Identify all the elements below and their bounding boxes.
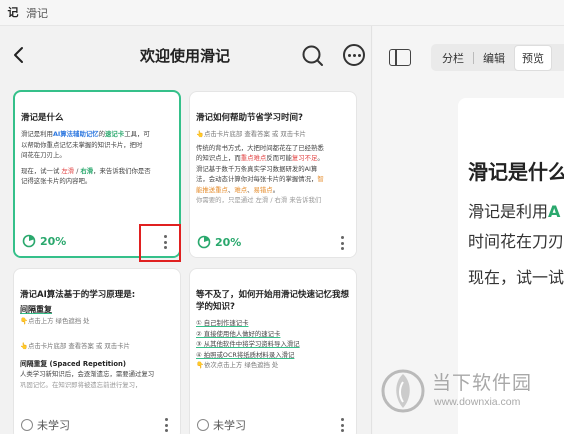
status-label: 未学习	[213, 419, 246, 432]
card-text-line: 能推送重点、难点、易错点。	[196, 185, 280, 194]
menu-dot-icon	[340, 418, 344, 421]
view-preview-button[interactable]: 预览	[514, 44, 552, 71]
watermark-name: 当下软件园	[432, 372, 533, 394]
unlearned-circle-icon	[197, 419, 209, 431]
card-list-item: ② 直接使用他人做好的速记卡	[196, 329, 281, 338]
view-mode-switch: 分栏 编辑 预览	[431, 44, 564, 71]
more-dot-icon	[357, 53, 361, 57]
preview-title: 滑记是什么	[468, 160, 564, 184]
watermark: 当下软件园 www.downxia.com	[378, 362, 564, 422]
preview-text-line: 时间花在刀刃	[468, 232, 564, 251]
card-title: 滑记AI算法基于的学习原理是:	[20, 290, 136, 300]
card-text-line: 你需要的，只是通过 左滑 / 右滑 来告诉我们	[196, 196, 322, 204]
card-footer: 未学习	[190, 411, 356, 434]
progress-indicator: 20%	[197, 235, 241, 249]
card-subheading: 间隔重复 (Spaced Repetition)	[20, 360, 126, 368]
card-list-pane: 欢迎使用滑记 滑记是什么 滑记是利用AI算法辅助记忆的速记卡工具，可 以帮助你重…	[0, 26, 372, 434]
card-menu-button[interactable]	[338, 417, 346, 433]
watermark-url: www.downxia.com	[434, 396, 521, 408]
status-label: 未学习	[37, 419, 70, 432]
page-title: 欢迎使用滑记	[139, 47, 230, 65]
progress-ring-icon	[197, 235, 211, 249]
search-button[interactable]	[301, 44, 325, 68]
card-answer: 间隔重复	[20, 305, 52, 314]
card-learning-principle[interactable]: 滑记AI算法基于的学习原理是: 间隔重复 👇点击上方 绿色遮挡 处 👆点击卡片底…	[13, 268, 181, 434]
menu-dot-icon	[164, 423, 168, 427]
learn-status: 未学习	[197, 417, 246, 433]
card-save-time[interactable]: 滑记如何帮助节省学习时间? 👆点击卡片底部 查看答案 或 双击卡片 传统的背书方…	[189, 91, 357, 258]
view-divider	[473, 51, 474, 64]
card-content: 滑记如何帮助节省学习时间? 👆点击卡片底部 查看答案 或 双击卡片 传统的背书方…	[196, 112, 350, 229]
card-text-line: 间花在刀刃上。	[21, 151, 66, 159]
preview-text-line: 滑记是利用A	[468, 202, 561, 221]
back-arrow-icon	[14, 47, 23, 63]
watermark-logo-icon	[381, 369, 425, 413]
card-title: 等不及了，如何开始用滑记快速记忆我想学的知识?	[196, 290, 350, 312]
search-icon	[302, 45, 323, 66]
card-list-item: ④ 拍照或OCR将纸质材料录入滑记	[196, 350, 295, 359]
view-edit-button[interactable]: 编辑	[476, 46, 512, 70]
highlight-annotation-box	[139, 224, 181, 262]
progress-indicator: 20%	[22, 234, 66, 248]
card-get-started[interactable]: 等不及了，如何开始用滑记快速记忆我想学的知识? ① 自己制作速记卡 ② 直接使用…	[189, 268, 357, 434]
progress-value: 20%	[40, 234, 67, 248]
progress-value: 20%	[215, 235, 242, 249]
card-text-line: 法，会动态计算你对每张卡片的掌握情况，智	[196, 175, 324, 183]
card-list-header: 欢迎使用滑记	[0, 26, 371, 88]
menu-dot-icon	[340, 429, 344, 432]
card-text-line: 人类学习新知识后，会逐渐遗忘，需要通过复习	[20, 370, 155, 378]
card-content: 滑记AI算法基于的学习原理是: 间隔重复 👇点击上方 绿色遮挡 处 👆点击卡片底…	[20, 289, 174, 411]
menu-dot-icon	[340, 247, 344, 250]
back-button[interactable]	[8, 44, 30, 66]
more-options-button[interactable]	[343, 44, 365, 66]
app-logo-icon: 记	[7, 5, 19, 19]
card-text-line: 滑记是利用AI算法辅助记忆的速记卡工具，可	[21, 130, 150, 138]
card-hint: 👇点击上方 绿色遮挡 处	[20, 317, 90, 325]
more-dot-icon	[347, 53, 351, 57]
card-hint: 👇依次点击上方 绿色遮挡 处	[196, 361, 279, 369]
menu-dot-icon	[340, 241, 344, 245]
card-title: 滑记如何帮助节省学习时间?	[196, 113, 303, 123]
card-text-line: 巩固记忆。在知识即将被遗忘前进行复习，	[20, 380, 142, 389]
card-list-item: ① 自己制作速记卡	[196, 319, 249, 327]
card-text-line: 现在，试一试 左滑 / 右滑，来告诉我们你是否	[21, 166, 151, 175]
card-text-line: 传统的背书方式，大把时间都花在了已经熟悉	[196, 143, 324, 152]
card-title: 滑记是什么	[21, 113, 64, 123]
menu-dot-icon	[340, 423, 344, 427]
card-menu-button[interactable]	[338, 235, 346, 251]
menu-dot-icon	[164, 418, 168, 421]
preview-text-line: 现在，试一试	[468, 268, 564, 287]
card-list-item: ③ 从其他软件中将学习资料导入滑记	[196, 340, 300, 348]
learn-status: 未学习	[21, 417, 70, 433]
progress-ring-icon	[22, 234, 36, 248]
sidebar-toggle-icon[interactable]	[389, 49, 411, 66]
card-hint: 👆点击卡片底部 查看答案 或 双击卡片	[20, 341, 130, 350]
window-title: 滑记	[26, 6, 48, 20]
card-footer: 20%	[190, 229, 356, 257]
title-bar: 记 滑记	[0, 0, 564, 26]
card-text-line: 以帮助你重点记忆未掌握的知识卡片，把时	[21, 140, 143, 149]
unlearned-circle-icon	[21, 419, 33, 431]
card-menu-button[interactable]	[162, 417, 170, 433]
card-hint: 👆点击卡片底部 查看答案 或 双击卡片	[196, 130, 306, 138]
card-content: 滑记是什么 滑记是利用AI算法辅助记忆的速记卡工具，可 以帮助你重点记忆未掌握的…	[21, 112, 173, 228]
menu-dot-icon	[340, 236, 344, 239]
view-split-button[interactable]: 分栏	[435, 46, 471, 70]
card-text-line: 滑记基于数千万条真实学习数据研发的AI算	[196, 164, 318, 173]
more-dot-icon	[352, 53, 356, 57]
card-text-line: 的知识点上，而重点难点反而可能复习不足。	[196, 154, 324, 162]
menu-dot-icon	[164, 429, 168, 432]
card-content: 等不及了，如何开始用滑记快速记忆我想学的知识? ① 自己制作速记卡 ② 直接使用…	[196, 289, 350, 411]
card-text-line: 记得这张卡片的内容吧。	[21, 177, 92, 185]
card-footer: 未学习	[14, 411, 180, 434]
